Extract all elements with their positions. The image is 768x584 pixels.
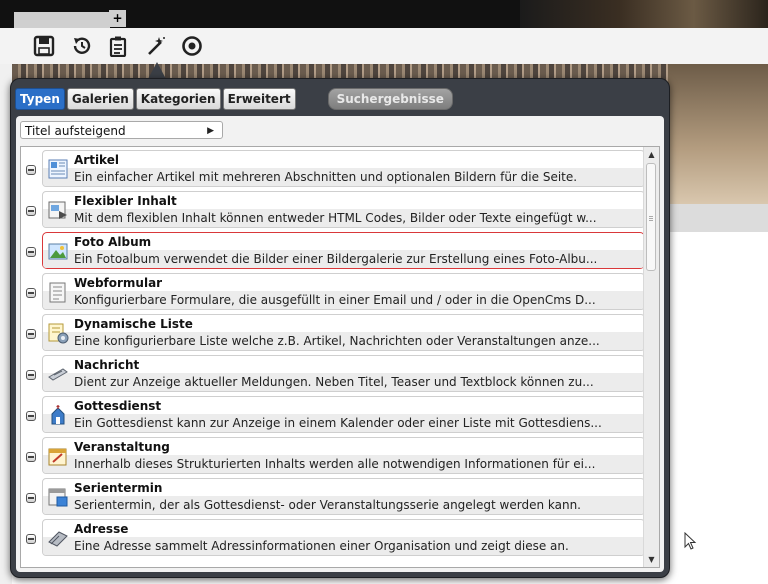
- target-icon: [182, 36, 202, 56]
- history-button[interactable]: [68, 32, 96, 60]
- save-icon: [33, 35, 55, 57]
- address-icon: [48, 531, 68, 547]
- header-photo: [520, 0, 768, 28]
- editor-toolbar: [0, 28, 768, 65]
- list-item[interactable]: Webformular Konfigurierbare Formulare, d…: [21, 273, 645, 313]
- page-header-image-right: [668, 64, 768, 204]
- item-title: Serientermin: [74, 481, 163, 495]
- save-button[interactable]: [30, 32, 58, 60]
- item-card[interactable]: Nachricht Dient zur Anzeige aktueller Me…: [42, 355, 645, 392]
- item-card[interactable]: Serientermin Serientermin, der als Gotte…: [42, 478, 645, 515]
- item-checkbox[interactable]: [26, 329, 36, 339]
- item-description: Innerhalb dieses Strukturierten Inhalts …: [74, 457, 596, 471]
- item-card[interactable]: Gottesdienst Ein Gottesdienst kann zur A…: [42, 396, 645, 433]
- flexible-content-icon: [48, 201, 67, 219]
- sort-select-value: Titel aufsteigend: [25, 124, 126, 138]
- item-title: Webformular: [74, 276, 163, 290]
- content-type-list: Artikel Ein einfacher Artikel mit mehrer…: [20, 146, 660, 568]
- dropdown-arrow-icon: ▶: [207, 126, 214, 136]
- list-item[interactable]: Flexibler Inhalt Mit dem flexiblen Inhal…: [21, 191, 645, 231]
- list-item[interactable]: Veranstaltung Innerhalb dieses Strukturi…: [21, 437, 645, 477]
- item-card[interactable]: Webformular Konfigurierbare Formulare, d…: [42, 273, 645, 310]
- top-bar: +: [0, 0, 768, 28]
- magic-wand-button[interactable]: [142, 32, 170, 60]
- browser-tab[interactable]: [14, 12, 110, 28]
- item-card[interactable]: Adresse Eine Adresse sammelt Adressinfor…: [42, 519, 645, 556]
- types-panel: Titel aufsteigend ▶ Artikel Ein einfache…: [16, 116, 664, 572]
- news-icon: [48, 368, 68, 381]
- item-description: Ein Fotoalbum verwendet die Bilder einer…: [74, 252, 598, 266]
- list-item[interactable]: Serientermin Serientermin, der als Gotte…: [21, 478, 645, 518]
- dynamic-list-icon: [48, 323, 69, 344]
- dialog-tabs: Typen Galerien Kategorien Erweitert Such…: [15, 88, 455, 110]
- history-icon: [73, 37, 91, 54]
- item-checkbox[interactable]: [26, 370, 36, 380]
- item-title: Artikel: [74, 153, 119, 167]
- event-icon: [48, 448, 67, 466]
- list-item[interactable]: Dynamische Liste Eine konfigurierbare Li…: [21, 314, 645, 354]
- item-description: Dient zur Anzeige aktueller Meldungen. N…: [74, 375, 594, 389]
- item-card[interactable]: Veranstaltung Innerhalb dieses Strukturi…: [42, 437, 645, 474]
- sort-select[interactable]: Titel aufsteigend ▶: [20, 121, 223, 139]
- tab-galerien[interactable]: Galerien: [66, 88, 134, 110]
- series-event-icon: [48, 488, 68, 507]
- item-description: Serientermin, der als Gottesdienst- oder…: [74, 498, 581, 512]
- list-item[interactable]: Foto Album Ein Fotoalbum verwendet die B…: [21, 232, 645, 272]
- photo-album-icon: [48, 243, 68, 260]
- clipboard-button[interactable]: [104, 32, 132, 60]
- item-title: Gottesdienst: [74, 399, 162, 413]
- mouse-cursor-icon: [684, 532, 697, 550]
- item-title: Veranstaltung: [74, 440, 170, 454]
- item-checkbox[interactable]: [26, 493, 36, 503]
- item-checkbox[interactable]: [26, 411, 36, 421]
- list-item[interactable]: Adresse Eine Adresse sammelt Adressinfor…: [21, 519, 645, 559]
- item-checkbox[interactable]: [26, 206, 36, 216]
- item-description: Konfigurierbare Formulare, die ausgefüll…: [74, 293, 596, 307]
- clipboard-icon: [109, 36, 127, 57]
- list-item[interactable]: Nachricht Dient zur Anzeige aktueller Me…: [21, 355, 645, 395]
- item-description: Eine konfigurierbare Liste welche z.B. A…: [74, 334, 600, 348]
- item-card[interactable]: Dynamische Liste Eine konfigurierbare Li…: [42, 314, 645, 351]
- item-checkbox[interactable]: [26, 247, 36, 257]
- item-checkbox[interactable]: [26, 288, 36, 298]
- item-card[interactable]: Artikel Ein einfacher Artikel mit mehrer…: [42, 150, 645, 187]
- new-tab-button[interactable]: +: [109, 10, 126, 27]
- item-title: Adresse: [74, 522, 129, 536]
- scroll-down-icon[interactable]: ▼: [644, 552, 659, 567]
- list-item[interactable]: Gottesdienst Ein Gottesdienst kann zur A…: [21, 396, 645, 436]
- tab-kategorien[interactable]: Kategorien: [135, 88, 221, 110]
- item-title: Foto Album: [74, 235, 152, 249]
- item-description: Mit dem flexiblen Inhalt können entweder…: [74, 211, 597, 225]
- scroll-up-icon[interactable]: ▲: [644, 147, 659, 162]
- item-checkbox[interactable]: [26, 452, 36, 462]
- item-description: Eine Adresse sammelt Adressinformationen…: [74, 539, 569, 553]
- tab-erweitert[interactable]: Erweitert: [222, 88, 296, 110]
- item-checkbox[interactable]: [26, 165, 36, 175]
- target-button[interactable]: [178, 32, 206, 60]
- item-card[interactable]: Foto Album Ein Fotoalbum verwendet die B…: [42, 232, 645, 269]
- add-content-dialog: Typen Galerien Kategorien Erweitert Such…: [10, 78, 670, 578]
- scrollbar-thumb[interactable]: [646, 163, 656, 271]
- item-title: Flexibler Inhalt: [74, 194, 177, 208]
- item-checkbox[interactable]: [26, 534, 36, 544]
- item-title: Nachricht: [74, 358, 140, 372]
- dialog-pointer: [148, 62, 166, 79]
- list-scrollbar[interactable]: ▲ ▼: [643, 147, 659, 567]
- magic-wand-icon: [148, 37, 165, 55]
- page-content-bar: [668, 204, 768, 232]
- webform-icon: [49, 282, 66, 303]
- item-description: Ein Gottesdienst kann zur Anzeige in ein…: [74, 416, 602, 430]
- item-description: Ein einfacher Artikel mit mehreren Absch…: [74, 170, 578, 184]
- tab-search-results[interactable]: Suchergebnisse: [327, 88, 453, 110]
- article-icon: [48, 159, 68, 179]
- list-item[interactable]: Artikel Ein einfacher Artikel mit mehrer…: [21, 150, 645, 190]
- item-card[interactable]: Flexibler Inhalt Mit dem flexiblen Inhal…: [42, 191, 645, 228]
- item-title: Dynamische Liste: [74, 317, 193, 331]
- church-icon: [51, 405, 65, 425]
- tab-typen[interactable]: Typen: [15, 88, 65, 110]
